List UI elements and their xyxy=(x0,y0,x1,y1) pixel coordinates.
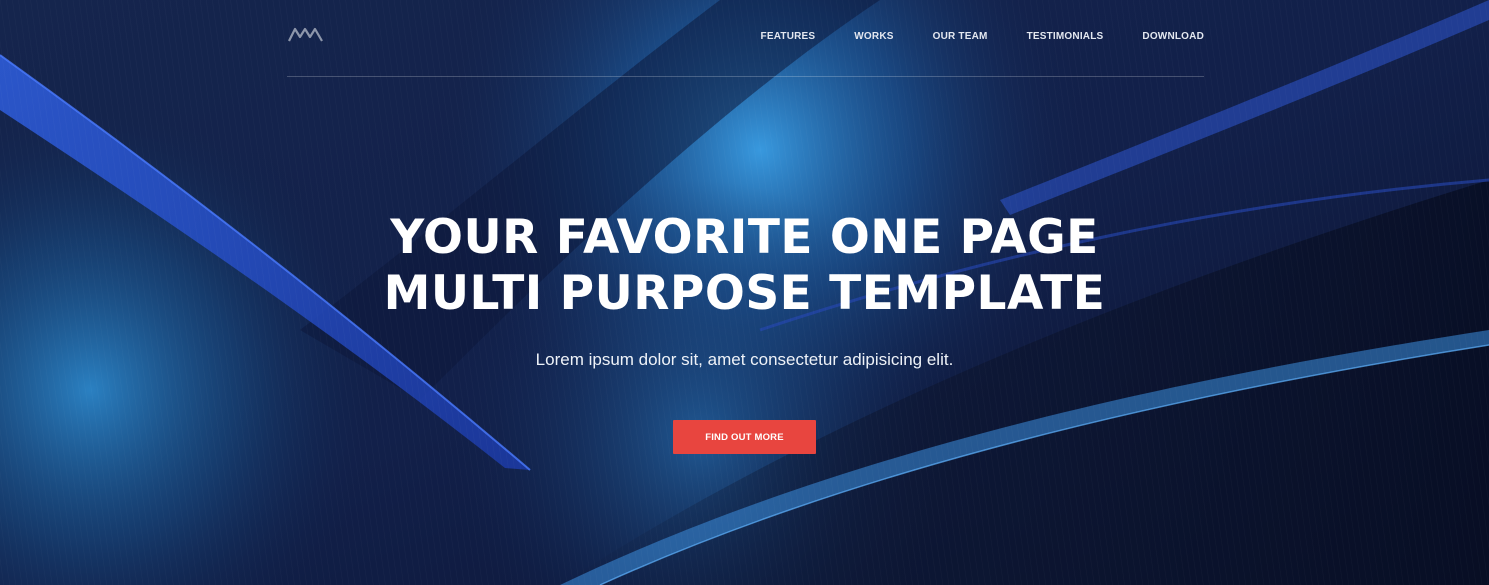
hero-subtitle: Lorem ipsum dolor sit, amet consectetur … xyxy=(535,350,954,369)
nav-menu: FEATURES WORKS OUR TEAM TESTIMONIALS DOW… xyxy=(761,30,1204,44)
nav-link-download[interactable]: DOWNLOAD xyxy=(1142,30,1204,44)
nav-link-our-team[interactable]: OUR TEAM xyxy=(933,30,988,44)
nav-link-testimonials[interactable]: TESTIMONIALS xyxy=(1027,30,1104,44)
nav-link-features[interactable]: FEATURES xyxy=(761,30,816,44)
hero-headline: YOUR FAVORITE ONE PAGE MULTI PURPOSE TEM… xyxy=(0,210,1489,322)
hero-headline-line-2: MULTI PURPOSE TEMPLATE xyxy=(383,266,1106,321)
find-out-more-button[interactable]: FIND OUT MORE xyxy=(673,420,816,454)
hero-headline-line-1: YOUR FAVORITE ONE PAGE xyxy=(390,210,1099,265)
top-navbar: FEATURES WORKS OUR TEAM TESTIMONIALS DOW… xyxy=(287,0,1204,77)
nav-link-works[interactable]: WORKS xyxy=(854,30,893,44)
hero-section: FEATURES WORKS OUR TEAM TESTIMONIALS DOW… xyxy=(0,0,1489,585)
mountain-logo-icon[interactable] xyxy=(288,25,324,43)
